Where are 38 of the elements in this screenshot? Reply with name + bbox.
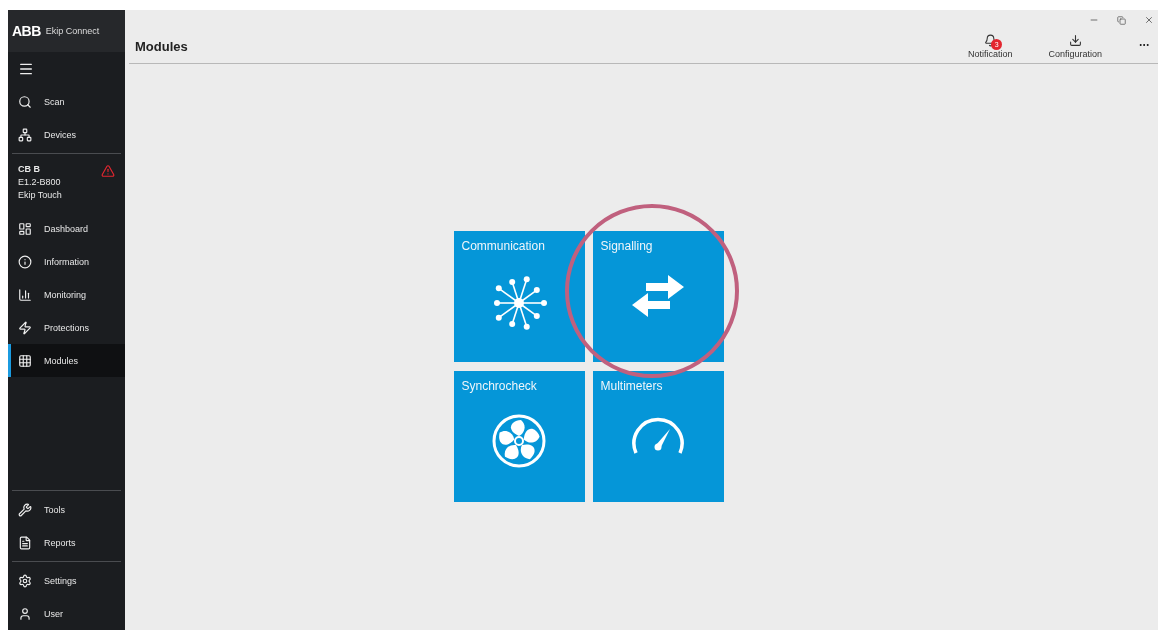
info-icon [18,254,32,269]
tile-label: Multimeters [600,379,663,393]
sidebar-item[interactable]: Reports [8,526,125,559]
tile-label: Signalling [600,239,653,253]
sidebar-item[interactable]: Settings [8,564,125,597]
bell-icon [983,34,997,47]
logo: ABB [12,23,41,39]
device-label: Ekip Touch [18,190,62,200]
settings-icon [18,573,32,588]
restore-icon[interactable] [1117,15,1126,25]
app-name: Ekip Connect [45,26,100,36]
page-title: Modules [134,39,188,54]
hierarchy-icon [18,127,32,142]
device-label: E1.2-B800 [18,177,62,187]
sidebar-item[interactable]: Information [8,245,125,278]
sidebar-item[interactable]: Modules [8,344,125,377]
download-icon [1068,34,1082,47]
sidebar-item[interactable]: Monitoring [8,278,125,311]
document-icon [18,535,32,550]
tile-label: Synchrocheck [461,379,537,393]
close-icon[interactable] [1144,15,1154,25]
search-icon [18,94,32,109]
tile-label: Communication [461,239,545,253]
fan-icon [491,413,547,469]
wrench-icon [18,502,32,517]
sidebar-item[interactable]: Dashboard [8,212,125,245]
lightning-icon [18,320,32,335]
sidebar-item[interactable]: Scan [8,85,125,118]
user-icon [18,606,32,621]
dashboard-icon [18,221,32,236]
sidebar-item[interactable]: Protections [8,311,125,344]
bar-chart-icon [18,287,32,302]
sidebar-item[interactable]: User [8,597,125,630]
sidebar-item[interactable]: Devices [8,118,125,151]
sidebar-item[interactable]: Tools [8,493,125,526]
device-label: CB B [18,164,41,174]
toolbar-button[interactable]: Configuration [1048,34,1102,59]
grid-icon [18,353,32,368]
